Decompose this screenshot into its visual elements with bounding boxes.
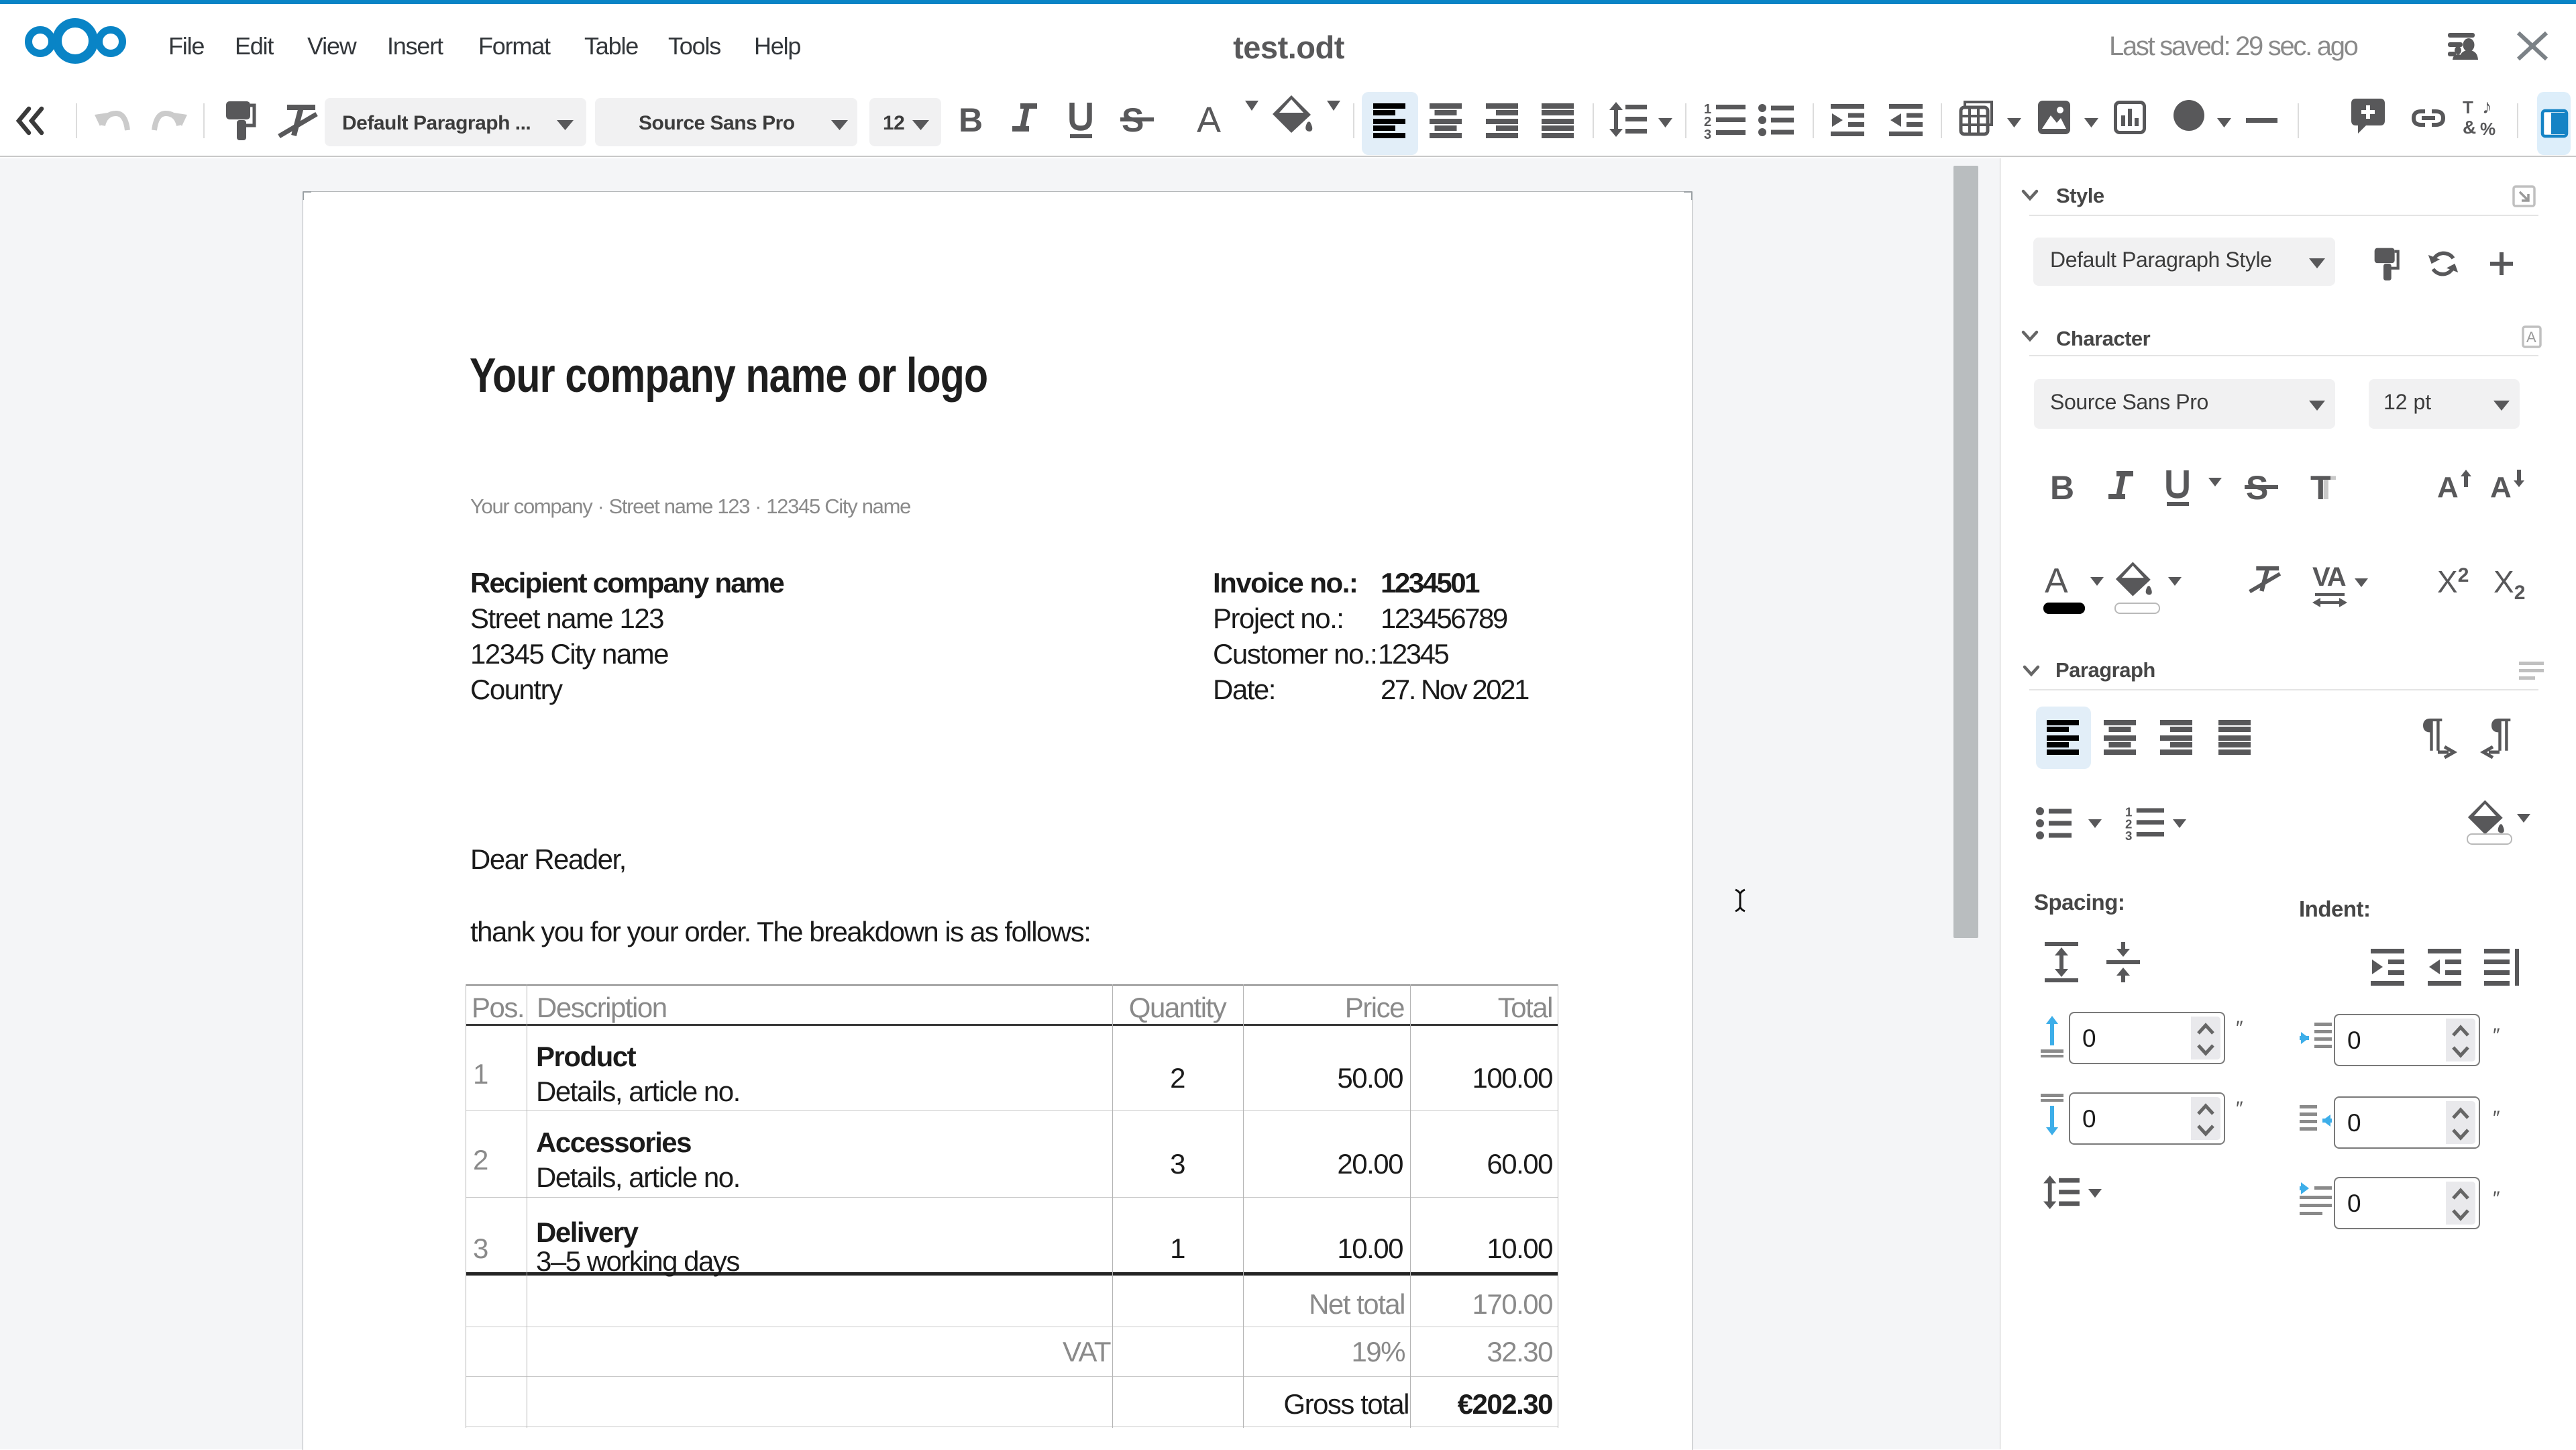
svg-text:A: A (2526, 329, 2536, 346)
svg-text:3: 3 (2125, 829, 2132, 843)
